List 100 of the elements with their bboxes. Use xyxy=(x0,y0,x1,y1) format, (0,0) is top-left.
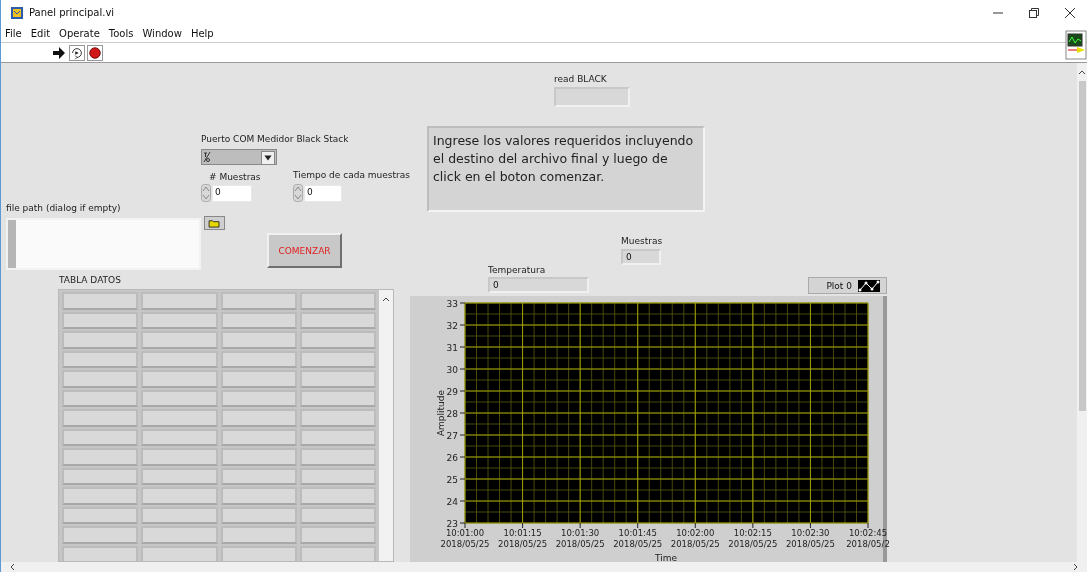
muestras-indicator: 0 xyxy=(621,249,661,265)
menu-item[interactable]: Tools xyxy=(108,28,134,39)
table-cell[interactable] xyxy=(299,350,376,368)
table-cell[interactable] xyxy=(299,487,376,505)
table-cell[interactable] xyxy=(62,448,139,466)
vertical-scrollbar[interactable] xyxy=(1077,63,1087,562)
scroll-up-icon[interactable] xyxy=(1078,69,1086,75)
table-cell[interactable] xyxy=(220,467,297,485)
scroll-left-icon[interactable] xyxy=(9,563,15,571)
table-cell[interactable] xyxy=(299,506,376,524)
table-cell[interactable] xyxy=(141,331,218,349)
muestras-input[interactable]: 0 xyxy=(212,185,252,202)
table-cell[interactable] xyxy=(299,526,376,544)
control-label: # Muestras xyxy=(209,172,261,182)
menu-item[interactable]: Window xyxy=(142,28,182,39)
com-port-dropdown[interactable] xyxy=(201,149,277,165)
table-cell[interactable] xyxy=(141,311,218,329)
spinner-icon[interactable] xyxy=(293,184,303,202)
menu-item[interactable]: Edit xyxy=(30,28,51,39)
message-box: Ingrese los valores requeridos incluyendo el destino del archivo final y luego de click en el boton comenzar. xyxy=(427,126,705,212)
table-cell[interactable] xyxy=(220,370,297,388)
table-cell[interactable] xyxy=(62,389,139,407)
menu-item[interactable]: File xyxy=(5,28,22,39)
table-cell[interactable] xyxy=(62,467,139,485)
table-cell[interactable] xyxy=(62,545,139,561)
restore-icon[interactable] xyxy=(1029,7,1039,18)
close-icon[interactable] xyxy=(1065,7,1075,18)
table-cell[interactable] xyxy=(62,292,139,310)
table-cell[interactable] xyxy=(62,311,139,329)
table-cell[interactable] xyxy=(220,409,297,427)
table-cell[interactable] xyxy=(62,370,139,388)
control-label: Puerto COM Medidor Black Stack xyxy=(201,134,349,144)
table-cell[interactable] xyxy=(141,292,218,310)
table-cell[interactable] xyxy=(62,350,139,368)
plot-legend[interactable]: Plot 0 xyxy=(808,277,887,294)
table-cell[interactable] xyxy=(220,331,297,349)
table-cell[interactable] xyxy=(141,506,218,524)
menu-item[interactable]: Operate xyxy=(59,28,100,39)
table-cell[interactable] xyxy=(220,526,297,544)
y-tick-label: 28 xyxy=(446,409,458,419)
table-cell[interactable] xyxy=(141,389,218,407)
table-cell[interactable] xyxy=(220,506,297,524)
table-cell[interactable] xyxy=(299,467,376,485)
y-tick-label: 27 xyxy=(446,431,458,441)
x-axis-title: Time xyxy=(655,553,677,562)
table-cell[interactable] xyxy=(62,526,139,544)
table-cell[interactable] xyxy=(220,292,297,310)
table-cell[interactable] xyxy=(62,506,139,524)
table-cell[interactable] xyxy=(299,409,376,427)
horizontal-scrollbar[interactable] xyxy=(1,562,1087,572)
table-cell[interactable] xyxy=(141,526,218,544)
table-cell[interactable] xyxy=(220,487,297,505)
file-path-field[interactable] xyxy=(6,218,201,270)
table-cell[interactable] xyxy=(62,331,139,349)
table-cell[interactable] xyxy=(299,389,376,407)
y-tick-label: 23 xyxy=(446,519,458,529)
vertical-scrollbar[interactable] xyxy=(379,290,393,561)
y-axis-title: Amplitude xyxy=(436,389,446,437)
scroll-right-icon[interactable] xyxy=(1073,563,1079,571)
tiempo-input[interactable]: 0 xyxy=(304,185,342,202)
table-cell[interactable] xyxy=(141,487,218,505)
y-tick-label: 30 xyxy=(446,365,458,375)
table-cell[interactable] xyxy=(299,292,376,310)
table-cell[interactable] xyxy=(220,350,297,368)
app-icon xyxy=(11,6,23,19)
table-cell[interactable] xyxy=(141,370,218,388)
table-cell[interactable] xyxy=(220,448,297,466)
spinner-icon[interactable] xyxy=(201,184,211,202)
table-cell[interactable] xyxy=(62,428,139,446)
window-title: Panel principal.vi xyxy=(29,7,115,18)
run-arrow-icon[interactable] xyxy=(51,44,67,61)
x-tick-label: 10:02:15 2018/05/25 xyxy=(727,528,779,550)
table-cell[interactable] xyxy=(299,311,376,329)
x-tick-label: 10:01:00 2018/05/25 xyxy=(439,528,491,550)
table-cell[interactable] xyxy=(62,409,139,427)
table-cell[interactable] xyxy=(141,350,218,368)
table-cell[interactable] xyxy=(299,370,376,388)
table-cell[interactable] xyxy=(141,409,218,427)
x-tick-label: 10:02:45 2018/05/2 xyxy=(845,528,891,550)
scroll-up-icon[interactable] xyxy=(382,296,390,302)
y-tick-label: 26 xyxy=(446,453,458,463)
table-cell[interactable] xyxy=(141,545,218,561)
table-cell[interactable] xyxy=(299,428,376,446)
scroll-thumb[interactable] xyxy=(1078,81,1086,411)
table-cell[interactable] xyxy=(299,331,376,349)
table-cell[interactable] xyxy=(220,545,297,561)
menu-item[interactable]: Help xyxy=(190,28,214,39)
table-cell[interactable] xyxy=(220,428,297,446)
table-cell[interactable] xyxy=(141,467,218,485)
run-continuously-icon[interactable] xyxy=(69,44,85,61)
browse-button[interactable] xyxy=(204,216,225,230)
table-cell[interactable] xyxy=(141,448,218,466)
table-cell[interactable] xyxy=(299,448,376,466)
table-cell[interactable] xyxy=(220,389,297,407)
y-tick-label: 31 xyxy=(446,343,458,353)
table-cell[interactable] xyxy=(299,545,376,561)
table-cell[interactable] xyxy=(220,311,297,329)
table-cell[interactable] xyxy=(62,487,139,505)
table-cell[interactable] xyxy=(141,428,218,446)
stop-icon[interactable] xyxy=(87,44,103,61)
